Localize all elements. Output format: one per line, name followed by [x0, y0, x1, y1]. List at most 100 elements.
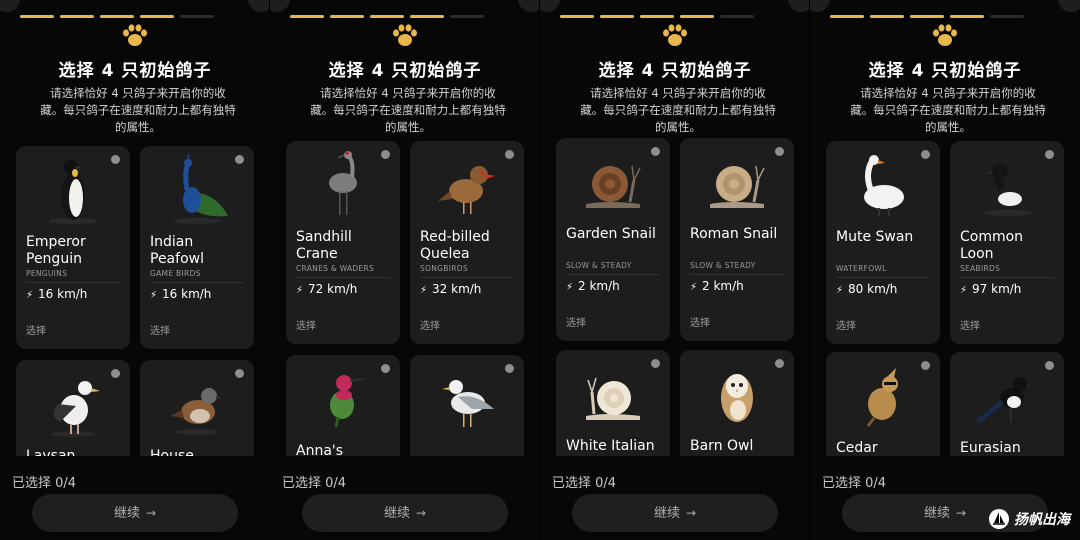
selected-count: 已选择 0/4 [282, 476, 347, 491]
select-label[interactable]: 选择 [960, 317, 980, 332]
bird-name: Roman Snail [690, 226, 778, 242]
bird-speed: ⚡ 16 km/h [26, 287, 87, 301]
sparrow-icon [170, 388, 222, 435]
continue-button[interactable]: 继续 → [302, 494, 508, 532]
radio-icon[interactable] [505, 150, 514, 159]
watermark: 扬帆出海 [988, 508, 1070, 530]
continue-label: 继续 [383, 506, 410, 521]
bird-card[interactable]: Laysan [16, 360, 130, 460]
onboarding-screen: 选择 4 只初始鸽子 请选择恰好 4 只鸽子来开启你的收藏。每只鸽子在速度和耐力… [0, 0, 270, 540]
radio-icon[interactable] [775, 359, 784, 368]
gull-icon [442, 380, 494, 427]
bird-name: Garden Snail [566, 226, 656, 242]
radio-icon[interactable] [1045, 150, 1054, 159]
snail-icon [586, 165, 641, 208]
radio-icon[interactable] [651, 147, 660, 156]
bird-category: SEABIRDS [960, 264, 1054, 278]
bird-card[interactable]: House [140, 360, 254, 460]
bird-card[interactable]: Common Loon SEABIRDS ⚡ 97 km/h 选择 [950, 141, 1064, 344]
bird-name: Common Loon [960, 229, 1024, 262]
speed-value: 2 km/h [702, 279, 744, 293]
bird-card[interactable]: Indian Peafowl GAME BIRDS ⚡ 16 km/h 选择 [140, 146, 254, 349]
bolt-icon: ⚡ [960, 285, 968, 296]
bird-card[interactable]: Mute Swan WATERFOWL ⚡ 80 km/h 选择 [826, 141, 940, 344]
arrow-right-icon: → [415, 506, 427, 520]
select-label[interactable]: 选择 [150, 322, 170, 337]
owl-icon [721, 374, 753, 422]
select-label[interactable]: 选择 [26, 322, 46, 337]
select-label[interactable]: 选择 [296, 317, 316, 332]
bird-name: Red-billed Quelea [420, 229, 490, 262]
bird-speed: ⚡ 97 km/h [960, 282, 1021, 296]
bird-name: Sandhill Crane [296, 229, 352, 262]
sail-logo-icon [989, 509, 1009, 529]
select-label[interactable]: 选择 [836, 317, 856, 332]
bird-speed: ⚡ 2 km/h [690, 279, 744, 293]
bolt-icon: ⚡ [420, 285, 428, 296]
bird-category: CRANES & WADERS [296, 264, 390, 278]
bird-speed: ⚡ 80 km/h [836, 282, 897, 296]
bird-card[interactable]: Garden Snail SLOW & STEADY ⚡ 2 km/h 选择 [556, 138, 670, 341]
footer: 已选择 0/4 继续 → [540, 456, 809, 540]
bird-category: PENGUINS [26, 269, 120, 283]
bird-card[interactable]: Barn Owl [680, 350, 794, 460]
bird-grid: Sandhill Crane CRANES & WADERS ⚡ 72 km/h … [270, 0, 539, 460]
radio-icon[interactable] [505, 364, 514, 373]
arrow-right-icon: → [685, 506, 697, 520]
select-label[interactable]: 选择 [566, 314, 586, 329]
select-label[interactable]: 选择 [420, 317, 440, 332]
snail-icon [710, 165, 765, 208]
swan-icon [864, 155, 904, 216]
bolt-icon: ⚡ [836, 285, 844, 296]
bird-name: Emperor Penguin [26, 234, 86, 267]
bird-speed: ⚡ 2 km/h [566, 279, 620, 293]
footer: 已选择 0/4 继续 → [0, 456, 269, 540]
bird-category: SLOW & STEADY [566, 261, 660, 275]
bird-speed: ⚡ 32 km/h [420, 282, 481, 296]
bird-card[interactable]: Emperor Penguin PENGUINS ⚡ 16 km/h 选择 [16, 146, 130, 349]
bolt-icon: ⚡ [296, 285, 304, 296]
bird-card[interactable]: Cedar [826, 352, 940, 460]
radio-icon[interactable] [921, 361, 930, 370]
speed-value: 2 km/h [578, 279, 620, 293]
bird-card[interactable]: Eurasian [950, 352, 1064, 460]
quelea-icon [438, 166, 495, 214]
bird-speed: ⚡ 72 km/h [296, 282, 357, 296]
bird-card[interactable] [410, 355, 524, 460]
radio-icon[interactable] [235, 155, 244, 164]
bird-card[interactable]: Sandhill Crane CRANES & WADERS ⚡ 72 km/h … [286, 141, 400, 344]
bird-speed: ⚡ 16 km/h [150, 287, 211, 301]
radio-icon[interactable] [651, 359, 660, 368]
bird-category: WATERFOWL [836, 264, 930, 278]
radio-icon[interactable] [111, 155, 120, 164]
bird-grid: Emperor Penguin PENGUINS ⚡ 16 km/h 选择 Ind… [0, 0, 269, 460]
radio-icon[interactable] [921, 150, 930, 159]
radio-icon[interactable] [381, 364, 390, 373]
select-label[interactable]: 选择 [690, 314, 710, 329]
speed-value: 80 km/h [848, 282, 898, 296]
screenshot-strip: 选择 4 只初始鸽子 请选择恰好 4 只鸽子来开启你的收藏。每只鸽子在速度和耐力… [0, 0, 1080, 540]
bird-category: SLOW & STEADY [690, 261, 784, 275]
continue-button[interactable]: 继续 → [32, 494, 238, 532]
radio-icon[interactable] [381, 150, 390, 159]
albatross-icon [51, 381, 100, 437]
continue-button[interactable]: 继续 → [572, 494, 778, 532]
speed-value: 16 km/h [162, 287, 212, 301]
bird-name: Indian Peafowl [150, 234, 204, 267]
onboarding-screen: 选择 4 只初始鸽子 请选择恰好 4 只鸽子来开启你的收藏。每只鸽子在速度和耐力… [540, 0, 810, 540]
radio-icon[interactable] [111, 369, 120, 378]
bird-card[interactable]: White Italian [556, 350, 670, 460]
bolt-icon: ⚡ [690, 282, 698, 293]
bird-grid: Mute Swan WATERFOWL ⚡ 80 km/h 选择 Common L… [810, 0, 1080, 460]
arrow-right-icon: → [145, 506, 157, 520]
bird-category: SONGBIRDS [420, 264, 514, 278]
bolt-icon: ⚡ [566, 282, 574, 293]
bird-card[interactable]: Red-billed Quelea SONGBIRDS ⚡ 32 km/h 选择 [410, 141, 524, 344]
bird-card[interactable]: Roman Snail SLOW & STEADY ⚡ 2 km/h 选择 [680, 138, 794, 341]
radio-icon[interactable] [1045, 361, 1054, 370]
magpie-icon [976, 377, 1034, 424]
radio-icon[interactable] [775, 147, 784, 156]
bird-card[interactable]: Anna's [286, 355, 400, 460]
radio-icon[interactable] [235, 369, 244, 378]
speed-value: 32 km/h [432, 282, 482, 296]
